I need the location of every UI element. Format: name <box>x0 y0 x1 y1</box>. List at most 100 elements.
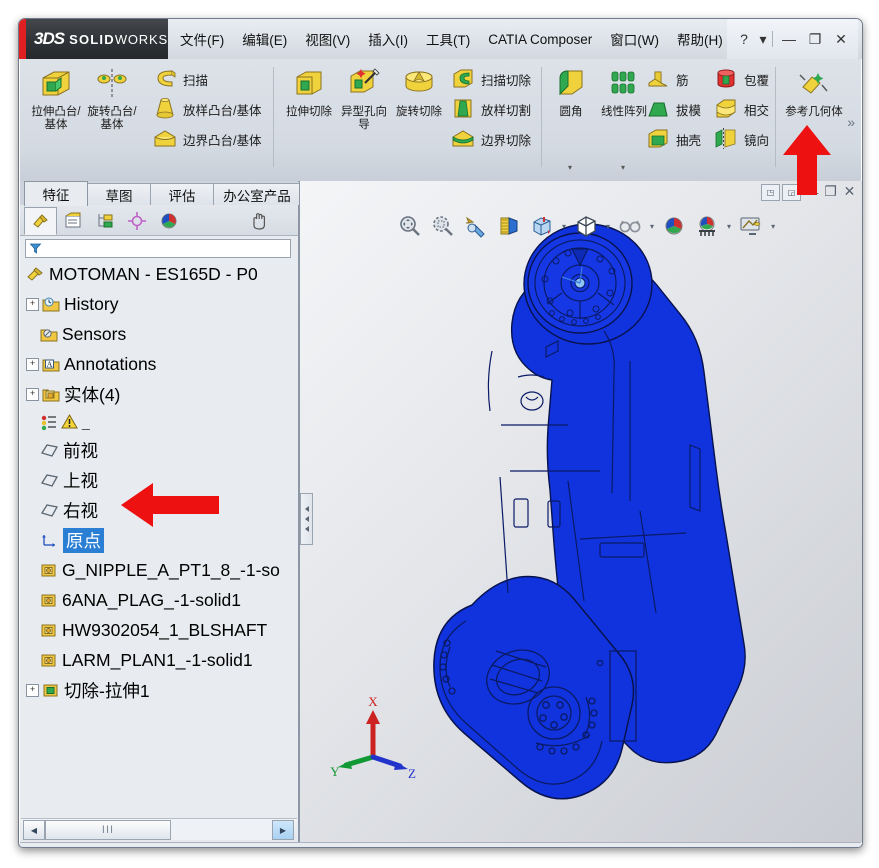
tree-item-material[interactable]: _ <box>20 409 297 435</box>
restore-button[interactable]: ❐ <box>802 27 828 51</box>
ribbon-button-linear-pattern[interactable]: 线性阵列 <box>598 67 650 119</box>
menu-item-window[interactable]: 窗口(W) <box>601 25 668 53</box>
menu-item-help[interactable]: 帮助(H) <box>668 25 732 53</box>
tree-item-origin[interactable]: 原点 <box>20 525 297 555</box>
tree-item-body-1[interactable]: G_NIPPLE_A_PT1_8_-1-so <box>20 555 297 585</box>
menu-item-file[interactable]: 文件(F) <box>171 25 233 53</box>
ribbon-label-fillet: 圆角 <box>559 106 583 118</box>
ribbon-button-reference-geometry[interactable]: 参考几何体 <box>783 67 845 119</box>
panel-splitter-handle[interactable] <box>300 493 313 545</box>
apply-scene-caret[interactable]: ▾ <box>725 222 733 231</box>
tree-item-history[interactable]: + History <box>20 289 297 319</box>
ribbon-button-intersect[interactable]: 相交 <box>713 95 769 123</box>
doc-minimize-button[interactable]: — <box>803 184 820 200</box>
tree-item-top-plane[interactable]: 上视 <box>20 465 297 495</box>
ribbon-label-rib: 筋 <box>676 73 689 88</box>
expander-annotations[interactable]: + <box>26 357 39 371</box>
graphics-viewport[interactable]: ◳ ◲ — ❐ ✕ ▾ ▾ ▾ ▾ ▾ X Y Z <box>299 181 862 842</box>
dimxpert-manager-tab[interactable] <box>120 207 153 235</box>
tree-item-body-2[interactable]: 6ANA_PLAG_-1-solid1 <box>20 585 297 615</box>
scroll-left-button[interactable]: ◀ <box>23 820 45 840</box>
ribbon-overflow-button[interactable]: » <box>847 114 855 130</box>
ribbon-button-revolved-cut[interactable]: 旋转切除 <box>393 67 445 119</box>
ribbon-button-hole-wizard[interactable]: 异型孔向导 <box>338 67 390 132</box>
menu-item-view[interactable]: 视图(V) <box>296 25 359 53</box>
configuration-manager-tab[interactable] <box>88 207 121 235</box>
scroll-track[interactable] <box>171 820 272 840</box>
imported-body-icon <box>40 562 58 579</box>
ribbon-button-wrap[interactable]: 包覆 <box>713 65 769 93</box>
previous-view-icon[interactable] <box>461 211 491 241</box>
tree-horizontal-scrollbar[interactable]: ◀ III ▶ <box>21 818 297 841</box>
tree-item-sensors[interactable]: Sensors <box>20 319 297 349</box>
ribbon-button-mirror[interactable]: 镜向 <box>713 125 769 153</box>
help-button[interactable]: ? <box>731 27 757 51</box>
tree-item-body-4[interactable]: LARM_PLAN1_-1-solid1 <box>20 645 297 675</box>
tree-item-front-plane[interactable]: 前视 <box>20 435 297 465</box>
view-settings-icon[interactable] <box>736 211 766 241</box>
tree-root-item[interactable]: MOTOMAN - ES165D - P0 <box>20 259 297 289</box>
tree-item-solid-bodies[interactable]: + 实体(4) <box>20 379 297 409</box>
tree-item-annotations[interactable]: + A Annotations <box>20 349 297 379</box>
menu-item-edit[interactable]: 编辑(E) <box>233 25 296 53</box>
section-view-icon[interactable] <box>494 211 524 241</box>
ribbon-button-lofted-cut[interactable]: 放样切割 <box>450 95 531 123</box>
splitter-arrow-icon <box>304 526 309 532</box>
tab-sketch[interactable]: 草图 <box>87 183 151 206</box>
doc-restore-mid-button[interactable]: ◲ <box>782 184 801 201</box>
ribbon-button-boundary-boss[interactable]: 边界凸台/基体 <box>152 125 261 153</box>
ribbon-button-sweep[interactable]: 扫描 <box>152 65 208 93</box>
ribbon-button-swept-cut[interactable]: 扫描切除 <box>450 65 531 93</box>
ribbon-button-rib[interactable]: 筋 <box>645 65 689 93</box>
feature-tree[interactable]: MOTOMAN - ES165D - P0 + History Sensors … <box>20 259 297 815</box>
display-manager-tab[interactable] <box>152 207 185 235</box>
apply-scene-icon[interactable] <box>692 211 722 241</box>
menu-item-catia-composer[interactable]: CATIA Composer <box>479 28 601 51</box>
tab-evaluate[interactable]: 评估 <box>150 183 214 206</box>
minimize-button[interactable]: — <box>776 27 802 51</box>
expander-history[interactable]: + <box>26 297 39 311</box>
view-orientation-icon[interactable] <box>527 211 557 241</box>
coordinate-triad: X Y Z <box>330 694 416 781</box>
hide-show-caret[interactable]: ▾ <box>648 222 656 231</box>
display-style-caret[interactable]: ▾ <box>604 222 612 231</box>
scroll-thumb[interactable]: III <box>45 820 171 840</box>
ribbon-button-revolved-boss[interactable]: 旋转凸台/基体 <box>86 67 138 132</box>
help-dropdown-caret[interactable]: ▾ <box>757 27 769 51</box>
doc-restore-left-button[interactable]: ◳ <box>761 184 780 201</box>
tab-office-products[interactable]: 办公室产品 <box>213 183 301 206</box>
ribbon-button-boundary-cut[interactable]: 边界切除 <box>450 125 531 153</box>
ribbon-button-extruded-cut[interactable]: 拉伸切除 <box>283 67 335 119</box>
tree-filter-bar[interactable] <box>25 239 291 258</box>
zoom-to-fit-icon[interactable] <box>395 211 425 241</box>
expander-solid-bodies[interactable]: + <box>26 387 39 401</box>
material-icon <box>40 414 57 431</box>
menu-item-tools[interactable]: 工具(T) <box>417 25 479 53</box>
feature-manager-tab[interactable] <box>24 207 57 235</box>
ribbon-button-lofted-boss[interactable]: 放样凸台/基体 <box>152 95 261 123</box>
intersect-icon <box>713 97 739 121</box>
ribbon-button-draft[interactable]: 拔模 <box>645 95 701 123</box>
menu-item-insert[interactable]: 插入(I) <box>359 25 417 53</box>
view-settings-caret[interactable]: ▾ <box>769 222 777 231</box>
ribbon-button-extruded-boss[interactable]: 拉伸凸台/基体 <box>30 67 82 132</box>
hide-show-items-icon[interactable] <box>615 211 645 241</box>
ribbon-button-shell[interactable]: 抽壳 <box>645 125 701 153</box>
doc-close-button[interactable]: ✕ <box>841 183 858 199</box>
tree-item-cut-extrude-1[interactable]: + 切除-拉伸1 <box>20 675 297 705</box>
ribbon-button-fillet[interactable]: 圆角 <box>545 67 597 119</box>
tree-item-body-3[interactable]: HW9302054_1_BLSHAFT <box>20 615 297 645</box>
tab-features[interactable]: 特征 <box>24 181 88 206</box>
expander-cut-extrude-1[interactable]: + <box>26 683 39 697</box>
close-button[interactable]: ✕ <box>828 27 854 51</box>
edit-appearance-icon[interactable] <box>659 211 689 241</box>
property-manager-tab[interactable] <box>56 207 89 235</box>
tree-item-right-plane[interactable]: 右视 <box>20 495 297 525</box>
doc-restore-button[interactable]: ❐ <box>822 183 839 199</box>
fillet-dropdown-caret[interactable]: ▾ <box>568 163 572 172</box>
section-view-caret[interactable]: ▾ <box>560 222 568 231</box>
zoom-to-area-icon[interactable] <box>428 211 458 241</box>
linear-pattern-dropdown-caret[interactable]: ▾ <box>621 163 625 172</box>
display-style-icon[interactable] <box>571 211 601 241</box>
scroll-right-button[interactable]: ▶ <box>272 820 294 840</box>
